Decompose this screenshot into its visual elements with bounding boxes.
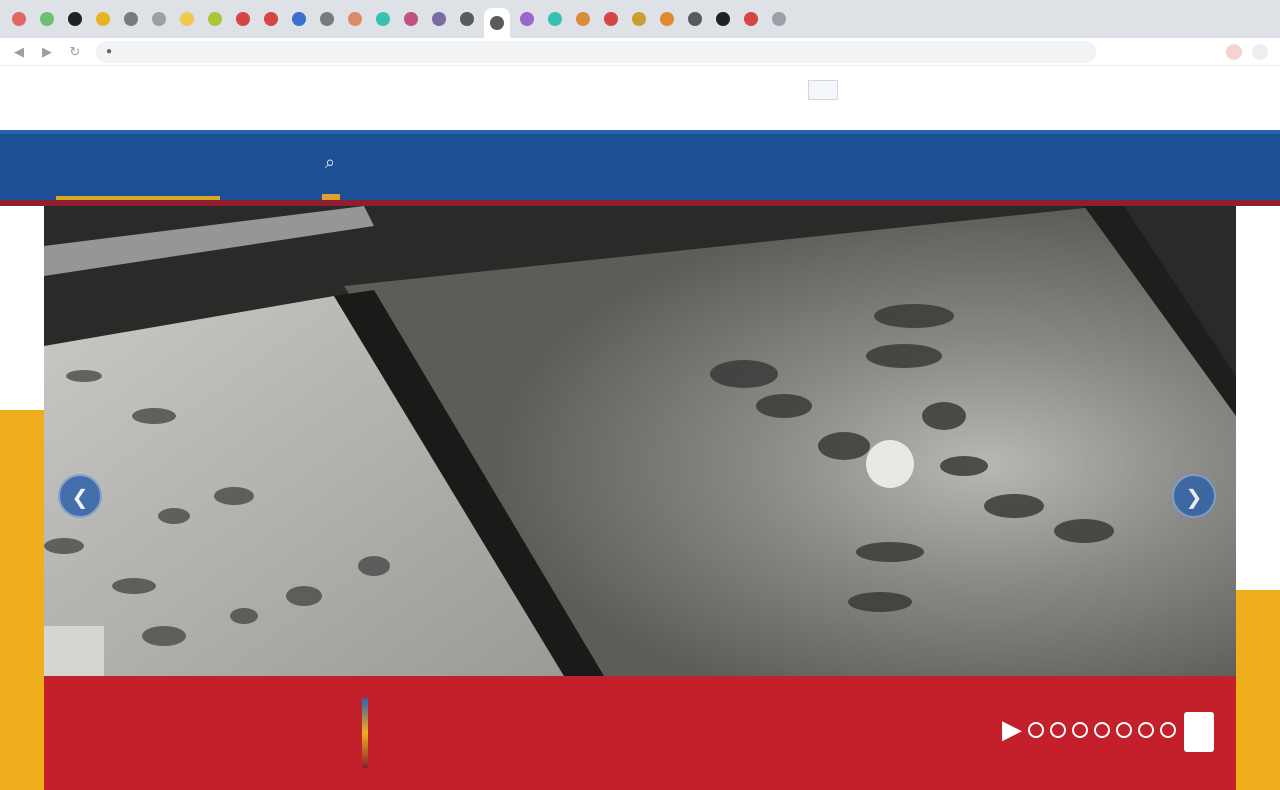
toolbar-profile-pill[interactable] (1252, 43, 1268, 60)
tab-favicon-icon (432, 12, 446, 26)
reload-icon[interactable]: ↻ (68, 44, 82, 60)
tab-favicon-icon (716, 12, 730, 26)
browser-tab-strip (0, 0, 1280, 38)
tab-favicon-icon (264, 12, 278, 26)
slide-dot[interactable] (1094, 721, 1110, 738)
browser-tab[interactable] (628, 8, 650, 30)
browser-tab[interactable] (8, 8, 30, 30)
browser-tab[interactable] (516, 8, 538, 30)
donate-button[interactable] (808, 80, 838, 100)
pause-icon[interactable] (1184, 712, 1214, 752)
lock-icon: ● (106, 46, 113, 57)
slide-dot[interactable] (1072, 721, 1088, 738)
tab-favicon-icon (604, 12, 618, 26)
tab-favicon-icon (548, 12, 562, 26)
right-accent-block (1236, 590, 1280, 790)
tab-favicon-icon (744, 12, 758, 26)
browser-tab[interactable] (572, 8, 594, 30)
tab-favicon-icon (520, 12, 534, 26)
caption-divider (362, 698, 368, 768)
browser-tab[interactable] (64, 8, 86, 30)
tab-favicon-icon (772, 12, 786, 26)
slide-dot[interactable] (1050, 721, 1066, 738)
browser-tab[interactable] (36, 8, 58, 30)
toolbar-status-pill[interactable] (1226, 43, 1242, 60)
slide-dot[interactable] (1138, 721, 1154, 738)
forward-icon[interactable]: ▶ (40, 44, 54, 60)
slide-controls: ▶ (1002, 714, 1176, 745)
tab-favicon-icon (40, 12, 54, 26)
utility-nav (0, 66, 1280, 130)
search-icon[interactable]: ⌕ (316, 152, 344, 180)
x-ray-photograph (44, 206, 1236, 676)
main-nav: ⌕ (0, 130, 1280, 201)
browser-tab[interactable] (656, 8, 678, 30)
browser-tab[interactable] (400, 8, 422, 30)
browser-tab[interactable] (92, 8, 114, 30)
tab-favicon-icon (180, 12, 194, 26)
browser-tab[interactable] (204, 8, 226, 30)
tab-favicon-icon (152, 12, 166, 26)
utility-actions (800, 80, 838, 100)
browser-tab[interactable] (344, 8, 366, 30)
back-icon[interactable]: ◀ (12, 44, 26, 60)
browser-tab[interactable] (260, 8, 282, 30)
tab-favicon-icon (660, 12, 674, 26)
browser-tab[interactable] (484, 8, 510, 38)
tab-favicon-icon (460, 12, 474, 26)
browser-tab[interactable] (120, 8, 142, 30)
tab-favicon-icon (124, 12, 138, 26)
tab-favicon-icon (96, 12, 110, 26)
tab-favicon-icon (490, 16, 504, 30)
browser-tab[interactable] (316, 8, 338, 30)
browser-tab[interactable] (740, 8, 762, 30)
browser-tab[interactable] (372, 8, 394, 30)
left-accent-block (0, 410, 44, 790)
toolbar-actions (1226, 43, 1268, 60)
next-slide-button[interactable]: ❯ (1172, 474, 1216, 518)
tab-favicon-icon (68, 12, 82, 26)
slide-dot[interactable] (1116, 721, 1132, 738)
play-icon[interactable]: ▶ (1002, 714, 1022, 745)
browser-tab[interactable] (768, 8, 790, 30)
tab-favicon-icon (632, 12, 646, 26)
tab-favicon-icon (12, 12, 26, 26)
browser-tab[interactable] (428, 8, 450, 30)
browser-tab[interactable] (148, 8, 170, 30)
slide-dot[interactable] (1160, 721, 1176, 738)
address-bar[interactable]: ● (96, 40, 1096, 63)
browser-toolbar: ◀ ▶ ↻ ● (0, 38, 1280, 66)
slide-caption-band: ▶ (44, 676, 1236, 790)
browser-tab[interactable] (600, 8, 622, 30)
browser-tab[interactable] (288, 8, 310, 30)
tab-favicon-icon (208, 12, 222, 26)
tab-favicon-icon (236, 12, 250, 26)
tab-favicon-icon (320, 12, 334, 26)
browser-tab[interactable] (712, 8, 734, 30)
browser-tab[interactable] (176, 8, 198, 30)
tab-favicon-icon (576, 12, 590, 26)
tab-favicon-icon (348, 12, 362, 26)
slide-dot[interactable] (1028, 721, 1044, 738)
tab-favicon-icon (376, 12, 390, 26)
browser-tab[interactable] (456, 8, 478, 30)
tab-favicon-icon (404, 12, 418, 26)
tab-favicon-icon (292, 12, 306, 26)
tab-favicon-icon (688, 12, 702, 26)
hero-slide-image (44, 206, 1236, 676)
previous-slide-button[interactable]: ❮ (58, 474, 102, 518)
browser-tab[interactable] (232, 8, 254, 30)
browser-tab[interactable] (544, 8, 566, 30)
browser-tab[interactable] (684, 8, 706, 30)
